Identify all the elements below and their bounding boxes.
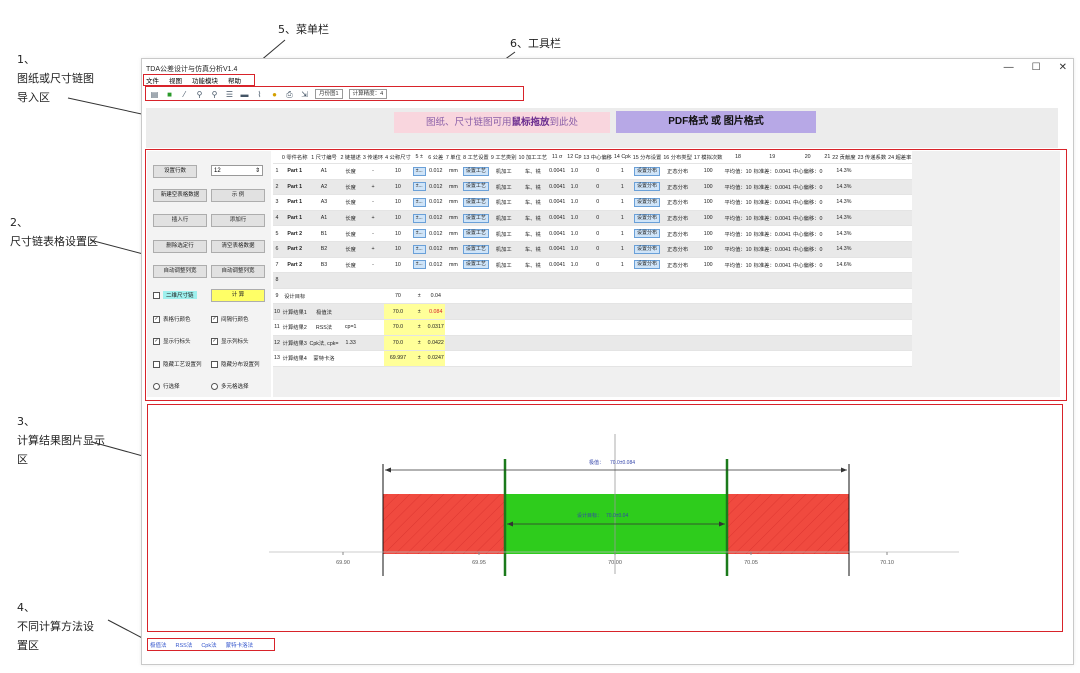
chart-area-highlight [147, 404, 1063, 632]
drag-drop-hint: 图纸、尺寸链图可用鼠标拖放到此处 [394, 112, 610, 133]
format-hint: PDF格式 或 图片格式 [616, 111, 816, 133]
title-bar: TDA公差设计与仿真分析V1.4 — ☐ ✕ [142, 59, 1073, 77]
maximize-button[interactable]: ☐ [1032, 62, 1041, 73]
minimize-button[interactable]: — [1004, 62, 1014, 73]
method-area-highlight [147, 638, 275, 651]
table-area-highlight [145, 149, 1067, 401]
app-window: TDA公差设计与仿真分析V1.4 — ☐ ✕ 文件 视图 功能模块 帮助 ▤ ■… [141, 58, 1074, 665]
menubar-highlight [143, 74, 255, 86]
drawing-import-area[interactable]: 图纸、尺寸链图可用鼠标拖放到此处 PDF格式 或 图片格式 [146, 108, 1058, 148]
toolbar-highlight [145, 86, 524, 101]
window-title: TDA公差设计与仿真分析V1.4 [146, 66, 238, 73]
close-button[interactable]: ✕ [1059, 62, 1067, 73]
